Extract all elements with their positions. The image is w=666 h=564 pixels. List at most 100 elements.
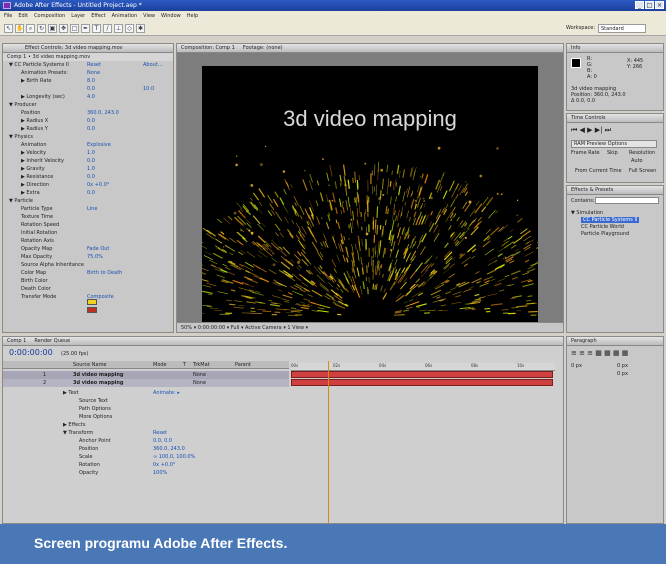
effect-property-row[interactable]: Death Color <box>3 285 173 293</box>
menu-layer[interactable]: Layer <box>71 11 85 21</box>
layer-duration-bar[interactable] <box>291 371 553 378</box>
puppet-icon[interactable]: ✱ <box>136 24 145 33</box>
maximize-button[interactable]: □ <box>645 1 654 9</box>
timeline-layer-row[interactable]: 1 3d video mapping None <box>3 371 289 379</box>
tab-footage[interactable]: Footage: (none) <box>243 44 283 52</box>
timeline-property-row[interactable]: Path Options <box>3 405 289 413</box>
effect-property-row[interactable]: ▶ Longevity (sec) 4.0 <box>3 93 173 101</box>
birth-color-swatch[interactable] <box>87 299 97 305</box>
effect-property-value[interactable]: Reset <box>87 61 101 69</box>
effect-item-cc-particle-systems[interactable]: CC Particle Systems II <box>581 217 640 223</box>
col-mode[interactable]: Mode <box>153 362 167 368</box>
rotate-icon[interactable]: ↻ <box>37 24 46 33</box>
effect-property-value[interactable]: 0.0 <box>87 117 95 125</box>
layer-duration-bar[interactable] <box>291 379 553 386</box>
effect-property-row[interactable]: Max Opacity 75.0% <box>3 253 173 261</box>
effect-property-value[interactable]: 360.0, 243.0 <box>87 109 119 117</box>
col-parent[interactable]: Parent <box>235 362 251 368</box>
effect-property-value[interactable]: None <box>87 69 100 77</box>
effect-property-row[interactable]: Birth Color <box>3 277 173 285</box>
effect-property-value[interactable]: 0.0 <box>87 157 95 165</box>
timeline-property-row[interactable]: ▶ Text Animate: ▸ <box>3 389 289 397</box>
effect-property-value[interactable]: Fade Out <box>87 245 109 253</box>
col-t[interactable]: T <box>183 362 186 368</box>
effect-property-value[interactable]: 0.0 <box>87 125 95 133</box>
timeline-property-row[interactable]: More Options <box>3 413 289 421</box>
timeline-property-value[interactable]: ∞ 100.0, 100.0% <box>153 453 195 461</box>
minimize-button[interactable]: _ <box>635 1 644 9</box>
col-trkmat[interactable]: TrkMat <box>193 362 210 368</box>
menu-composition[interactable]: Composition <box>34 11 65 21</box>
effect-controls-tab[interactable]: Effect Controls: 3d video mapping.mov <box>3 44 173 53</box>
text-icon[interactable]: T <box>92 24 101 33</box>
timeline-property-row[interactable]: Rotation 0x +0.0° <box>3 461 289 469</box>
timeline-property-value[interactable]: 0x +0.0° <box>153 461 175 469</box>
timeline-property-value[interactable]: Reset <box>153 429 167 437</box>
current-time-indicator[interactable] <box>328 361 329 523</box>
timeline-property-value[interactable]: 100% <box>153 469 167 477</box>
transport-buttons[interactable]: ⏮ ◀ ▶ ▶| ⏭ <box>571 126 611 135</box>
layer-name[interactable]: 3d video mapping <box>73 380 124 386</box>
tab-comp1[interactable]: Comp 1 <box>7 337 26 345</box>
timeline-property-row[interactable]: ▼ Transform Reset <box>3 429 289 437</box>
effect-property-row[interactable]: ▶ Gravity 1.0 <box>3 165 173 173</box>
effect-property-value[interactable]: 1.0 <box>87 165 95 173</box>
effects-presets-tab[interactable]: Effects & Presets <box>567 186 663 195</box>
menu-animation[interactable]: Animation <box>112 11 138 21</box>
effect-property-row[interactable]: 0.0 10.0 <box>3 85 173 93</box>
timeline-property-value[interactable]: 360.0, 243.0 <box>153 445 185 453</box>
zoom-icon[interactable]: ⌕ <box>26 24 35 33</box>
timeline-property-value[interactable]: 0.0, 0.0 <box>153 437 172 445</box>
layer-mode[interactable]: None <box>193 380 206 386</box>
effect-property-value-secondary[interactable]: About... <box>143 61 163 69</box>
effect-property-row[interactable]: ▶ Radius Y 0.0 <box>3 125 173 133</box>
effects-search-input[interactable] <box>595 197 659 204</box>
effect-property-value[interactable]: Explosive <box>87 141 111 149</box>
effect-property-row[interactable]: Texture Time <box>3 213 173 221</box>
effect-property-row[interactable]: Position 360.0, 243.0 <box>3 109 173 117</box>
tab-render-queue[interactable]: Render Queue <box>34 337 70 345</box>
effect-property-row[interactable]: Animation Explosive <box>3 141 173 149</box>
effect-property-value[interactable]: 0x +0.0° <box>87 181 109 189</box>
from-current-time-checkbox[interactable]: From Current Time <box>575 168 622 174</box>
composition-viewer[interactable]: 3d video mapping <box>202 66 538 332</box>
info-tab[interactable]: Info <box>567 44 663 53</box>
effect-property-value[interactable]: 1.0 <box>87 149 95 157</box>
ram-preview-options[interactable]: RAM Preview Options <box>571 140 657 148</box>
effect-property-value[interactable]: Line <box>87 205 97 213</box>
tab-composition[interactable]: Composition: Comp 1 <box>181 44 235 52</box>
effect-property-value-secondary[interactable]: 10.0 <box>143 85 154 93</box>
death-color-swatch[interactable] <box>87 307 97 313</box>
timeline-property-row[interactable]: ▶ Effects <box>3 421 289 429</box>
effect-property-value[interactable]: Birth to Death <box>87 269 122 277</box>
effect-property-row[interactable]: ▶ Extra 0.0 <box>3 189 173 197</box>
effect-property-row[interactable]: Animation Presets: None <box>3 69 173 77</box>
indent-left[interactable]: 0 px <box>571 363 582 369</box>
mask-icon[interactable]: □ <box>70 24 79 33</box>
workspace-select[interactable]: Standard <box>598 24 646 33</box>
effect-property-value[interactable]: 8.0 <box>87 77 95 85</box>
effect-property-row[interactable]: Initial Rotation <box>3 229 173 237</box>
effect-property-row[interactable]: Opacity Map Fade Out <box>3 245 173 253</box>
timeline-property-row[interactable]: Scale ∞ 100.0, 100.0% <box>3 453 289 461</box>
timeline-property-row[interactable]: Source Text <box>3 397 289 405</box>
paragraph-tab[interactable]: Paragraph <box>567 337 663 346</box>
timeline-property-value[interactable]: Animate: ▸ <box>153 389 180 397</box>
timeline-property-row[interactable]: Opacity 100% <box>3 469 289 477</box>
clone-icon[interactable]: ⊥ <box>114 24 123 33</box>
effect-property-value[interactable]: 0.0 <box>87 173 95 181</box>
menu-file[interactable]: File <box>4 11 12 21</box>
effect-property-row[interactable]: ▶ Direction 0x +0.0° <box>3 181 173 189</box>
menu-effect[interactable]: Effect <box>91 11 105 21</box>
menu-edit[interactable]: Edit <box>18 11 28 21</box>
effect-property-row[interactable]: ▶ Resistance 0.0 <box>3 173 173 181</box>
simulation-category[interactable]: ▼ Simulation <box>571 210 603 216</box>
effect-property-value[interactable]: 4.0 <box>87 93 95 101</box>
effect-property-value[interactable]: 0.0 <box>87 189 95 197</box>
indent-right[interactable]: 0 px <box>617 363 628 369</box>
effect-property-row[interactable]: Rotation Axis <box>3 237 173 245</box>
layer-name[interactable]: 3d video mapping <box>73 372 124 378</box>
effect-property-value[interactable]: 75.0% <box>87 253 103 261</box>
brush-icon[interactable]: / <box>103 24 112 33</box>
space-before[interactable]: 0 px <box>617 371 628 377</box>
